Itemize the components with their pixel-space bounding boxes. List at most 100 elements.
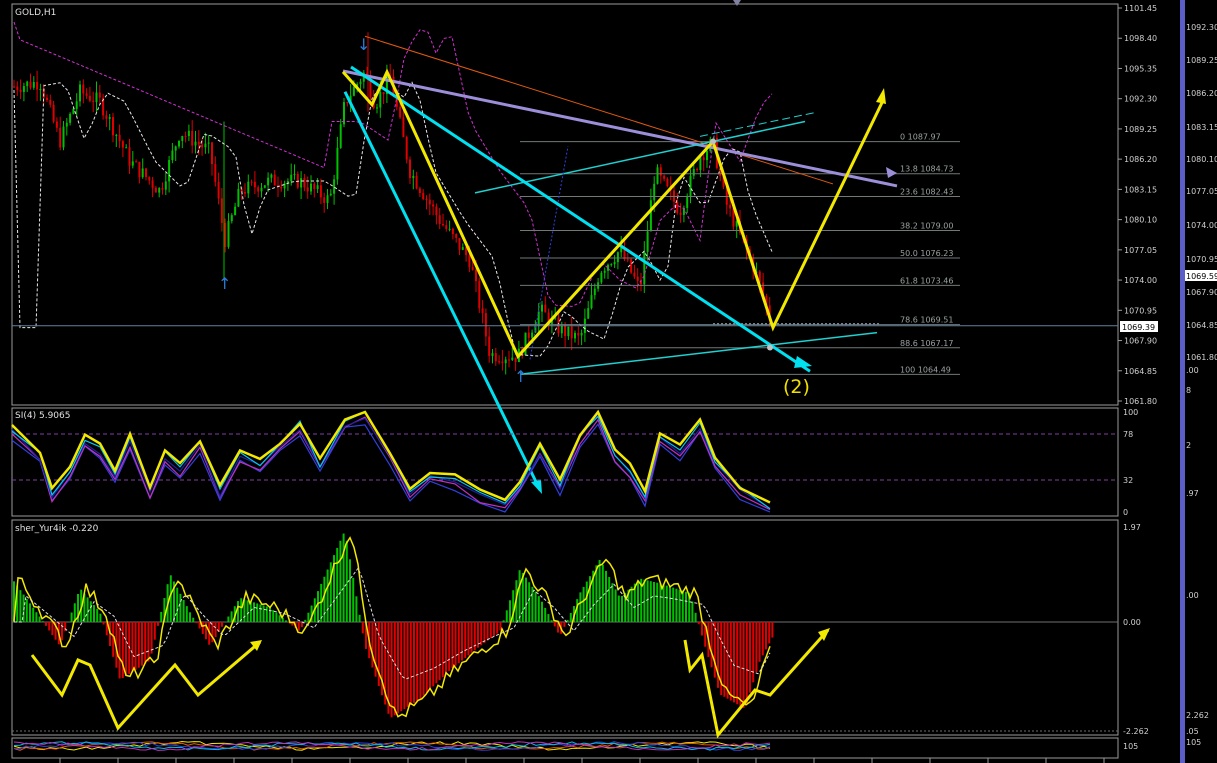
fisher-histogram-bar: [534, 591, 537, 622]
fisher-histogram-bar: [445, 621, 447, 675]
fibonacci-level-label: 38.2 1079.00: [900, 222, 953, 231]
candle-body: [49, 99, 52, 105]
right-axis-label: 1080.10: [1186, 155, 1217, 164]
right-axis-label: 105: [1186, 738, 1201, 747]
candle-body: [131, 161, 134, 166]
fisher-histogram-bar: [659, 583, 662, 622]
fisher-histogram-bar: [403, 621, 406, 710]
candle-body: [65, 122, 68, 127]
fisher-histogram-bar: [749, 621, 751, 693]
candle-body: [702, 157, 705, 161]
right-axis-label: 1070.95: [1186, 255, 1217, 264]
fisher-histogram-bar: [489, 621, 492, 639]
fisher-histogram-bar: [643, 579, 646, 622]
candle-body: [679, 212, 682, 215]
fisher-histogram-bar: [761, 621, 764, 656]
fisher-histogram-bar: [739, 621, 742, 707]
candle-body: [26, 81, 29, 87]
candle-body: [336, 147, 339, 180]
candle-body: [696, 168, 699, 171]
fisher-histogram-bar: [134, 621, 137, 670]
candle-body: [435, 206, 438, 216]
candle-body: [692, 168, 695, 176]
candle-body: [445, 225, 448, 229]
fisher-histogram-bar: [425, 621, 428, 693]
trading-chart[interactable]: 0 1087.97 13.8 1084.73 23.6 1082.43 38.2 10…: [0, 0, 1217, 763]
price-axis-label: 1061.80: [1124, 397, 1157, 406]
candle-body: [580, 333, 583, 336]
candle-body: [52, 104, 55, 122]
candle-body: [610, 264, 613, 266]
fisher-histogram-bar: [771, 621, 774, 638]
candle-body: [145, 168, 147, 178]
candle-body: [346, 102, 349, 104]
fisher-histogram-bar: [486, 621, 489, 641]
candle-body: [451, 228, 454, 235]
candle-body: [574, 332, 576, 339]
fisher-histogram-bar: [605, 570, 607, 622]
candle-body: [257, 187, 260, 192]
candle-body: [92, 100, 95, 102]
candle-body: [633, 272, 636, 277]
fisher-histogram-bar: [544, 607, 547, 622]
window-divider[interactable]: [1180, 0, 1185, 763]
fisher-histogram-bar: [457, 621, 460, 664]
fisher-histogram-bar: [336, 547, 339, 622]
fisher-histogram-bar: [694, 612, 697, 622]
candle-body: [105, 115, 108, 119]
fisher-histogram-bar: [358, 614, 361, 622]
right-axis-label: 1067.90: [1186, 288, 1217, 297]
candle-body: [587, 308, 590, 319]
candle-body: [471, 267, 474, 270]
fisher-histogram-bar: [672, 587, 675, 622]
candle-body: [19, 89, 22, 92]
price-axis-label: 1101.45: [1124, 4, 1157, 13]
candle-body: [458, 237, 461, 250]
candle-body: [181, 136, 184, 141]
fisher-histogram-bar: [86, 597, 89, 622]
fisher-histogram-bar: [253, 602, 255, 622]
fisher-histogram-bar: [371, 621, 374, 668]
fisher-histogram-bar: [653, 581, 655, 622]
right-axis-label: 1077.05: [1186, 187, 1217, 196]
candle-body: [706, 150, 708, 161]
candle-body: [230, 215, 233, 222]
fisher-histogram-bar: [438, 621, 441, 681]
candle-body: [253, 181, 256, 188]
candle-body: [504, 359, 507, 364]
candle-body: [593, 288, 596, 296]
fisher-histogram-bar: [19, 590, 22, 622]
candle-body: [135, 161, 138, 163]
candle-body: [39, 89, 42, 91]
candle-body: [352, 86, 355, 96]
candle-body: [178, 140, 180, 147]
fisher-histogram-bar: [675, 588, 678, 622]
fisher-histogram-bar: [637, 580, 639, 622]
candle-body: [659, 167, 662, 176]
fisher-histogram-bar: [493, 621, 495, 636]
candle-body: [267, 177, 270, 186]
fisher-panel[interactable]: [11, 519, 1119, 736]
fisher-histogram-bar: [153, 621, 156, 640]
candle-body: [316, 185, 319, 190]
candle-body: [82, 84, 85, 94]
candle-body: [69, 113, 72, 123]
candle-body: [171, 150, 174, 161]
fisher-histogram-bar: [483, 621, 486, 643]
fisher-histogram-bar: [265, 606, 268, 622]
pivot-dot: [767, 344, 773, 351]
fisher-histogram-bar: [416, 621, 419, 701]
candle-body: [125, 147, 128, 149]
fisher-histogram-bar: [569, 612, 572, 622]
candle-body: [656, 167, 659, 184]
fibonacci-level-label: 50.0 1076.23: [900, 249, 953, 258]
fisher-histogram-bar: [185, 606, 188, 622]
fisher-histogram-bar: [448, 621, 451, 671]
price-axis-label: 1077.05: [1124, 246, 1157, 255]
fisher-histogram-bar: [614, 589, 617, 622]
candle-body: [161, 188, 164, 190]
candle-body: [663, 175, 666, 179]
candle-body: [376, 107, 378, 109]
pivot-dot: [710, 138, 716, 145]
fisher-histogram-bar: [201, 621, 204, 634]
